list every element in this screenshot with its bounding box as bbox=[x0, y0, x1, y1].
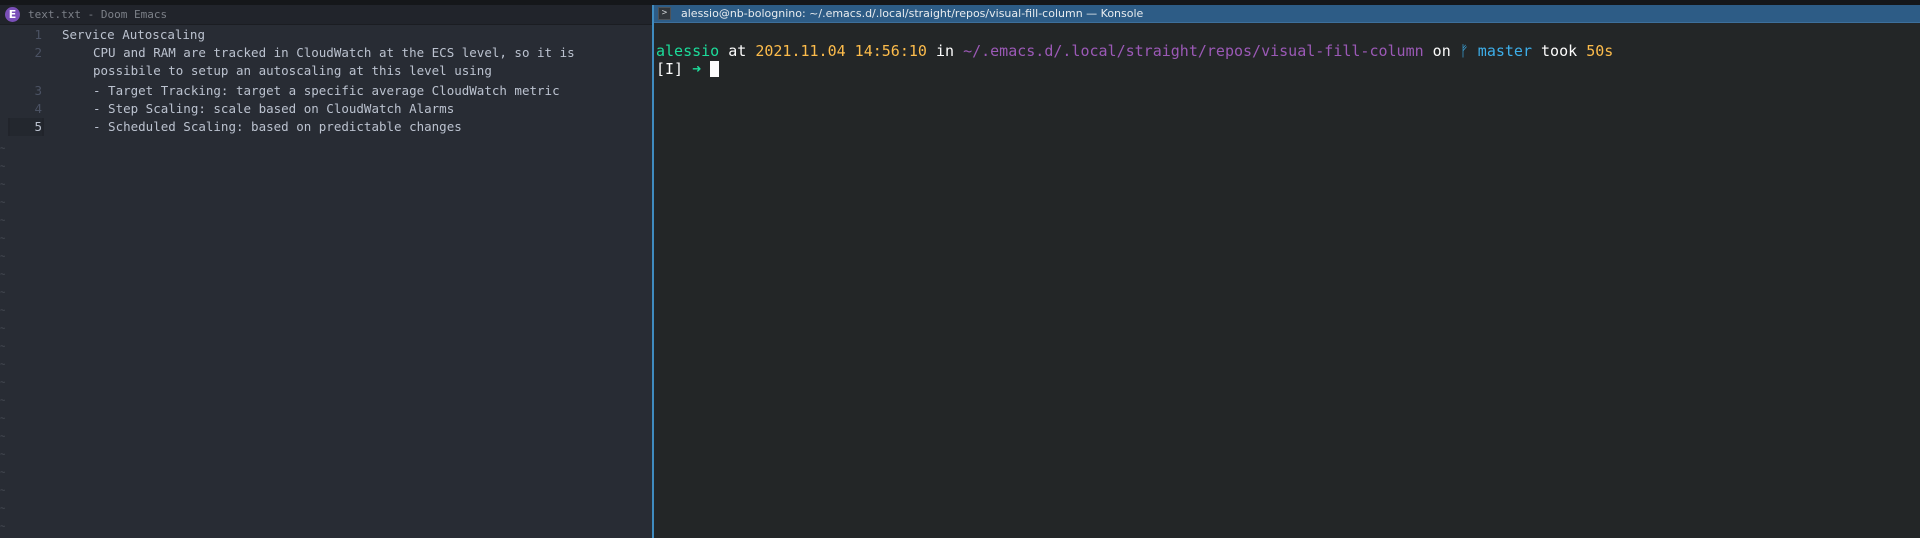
fringe-empty-line-marker: ~ bbox=[0, 486, 6, 496]
terminal-input-line[interactable]: [I] ➜ bbox=[656, 60, 720, 78]
editor-line-wrapped[interactable]: possibile to setup an autoscaling at thi… bbox=[93, 62, 492, 80]
prompt-path: ~/.emacs.d/.local/straight/repos/visual-… bbox=[963, 42, 1424, 60]
fringe-empty-line-marker: ~ bbox=[0, 324, 6, 334]
editor-line[interactable]: - Step Scaling: scale based on CloudWatc… bbox=[93, 100, 454, 118]
fringe-empty-line-marker: ~ bbox=[0, 306, 6, 316]
terminal-icon: > bbox=[658, 7, 671, 20]
doom-emacs-logo-icon: E bbox=[5, 7, 20, 22]
emacs-window[interactable]: E text.txt - Doom Emacs ~ ~ ~ ~ ~ ~ ~ ~ ~ ~ ~ ~ ~ ~ ~ ~… bbox=[0, 5, 652, 538]
fringe-empty-line-marker: ~ bbox=[0, 216, 6, 226]
fringe-empty-line-marker: ~ bbox=[0, 396, 6, 406]
fringe-empty-line-marker: ~ bbox=[0, 342, 6, 352]
vi-mode-indicator: [I] bbox=[656, 60, 684, 78]
prompt-branch: master bbox=[1468, 42, 1532, 60]
line-number-current: 5 bbox=[10, 118, 42, 136]
prompt-user: alessio bbox=[656, 42, 720, 60]
fringe-empty-line-marker: ~ bbox=[0, 144, 6, 154]
line-number: 2 bbox=[34, 45, 42, 60]
prompt-arrow-icon: ➜ bbox=[683, 60, 711, 78]
prompt-in: in bbox=[926, 42, 964, 60]
line-number: 4 bbox=[34, 101, 42, 116]
prompt-datetime: 2021.11.04 14:56:10 bbox=[755, 42, 927, 60]
line-number: 3 bbox=[34, 83, 42, 98]
fringe-empty-line-marker: ~ bbox=[0, 180, 6, 190]
fringe-empty-line-marker: ~ bbox=[0, 198, 6, 208]
prompt-duration: 50s bbox=[1586, 42, 1614, 60]
emacs-logo-letter: E bbox=[8, 8, 17, 21]
editor-line[interactable]: CPU and RAM are tracked in CloudWatch at… bbox=[93, 44, 575, 62]
fringe-empty-line-marker: ~ bbox=[0, 504, 6, 514]
fringe-empty-line-marker: ~ bbox=[0, 288, 6, 298]
emacs-fringe: ~ ~ ~ ~ ~ ~ ~ ~ ~ ~ ~ ~ ~ ~ ~ ~ ~ ~ ~ ~ ~ ~ bbox=[0, 25, 8, 538]
prompt-on: on bbox=[1423, 42, 1460, 60]
line-number: 1 bbox=[34, 27, 42, 42]
konsole-window-title: alessio@nb-bolognino: ~/.emacs.d/.local/… bbox=[681, 7, 1144, 20]
konsole-window[interactable]: > alessio@nb-bolognino: ~/.emacs.d/.loca… bbox=[654, 5, 1920, 538]
emacs-titlebar[interactable]: E text.txt - Doom Emacs bbox=[0, 5, 652, 25]
editor-line[interactable]: Service Autoscaling bbox=[62, 26, 205, 44]
fringe-empty-line-marker: ~ bbox=[0, 450, 6, 460]
fringe-empty-line-marker: ~ bbox=[0, 378, 6, 388]
emacs-window-title: text.txt - Doom Emacs bbox=[28, 8, 168, 21]
editor-line[interactable]: - Target Tracking: target a specific ave… bbox=[93, 82, 560, 100]
prompt-at: at bbox=[719, 42, 756, 60]
git-branch-icon: ᚠ bbox=[1459, 42, 1469, 60]
terminal-prompt-line: alessio at 2021.11.04 14:56:10 in ~/.ema… bbox=[656, 42, 1613, 60]
fringe-empty-line-marker: ~ bbox=[0, 270, 6, 280]
konsole-titlebar[interactable]: > alessio@nb-bolognino: ~/.emacs.d/.loca… bbox=[654, 5, 1920, 23]
fringe-empty-line-marker: ~ bbox=[0, 432, 6, 442]
fringe-empty-line-marker: ~ bbox=[0, 234, 6, 244]
fringe-empty-line-marker: ~ bbox=[0, 360, 6, 370]
fringe-empty-line-marker: ~ bbox=[0, 414, 6, 424]
fringe-empty-line-marker: ~ bbox=[0, 522, 6, 532]
fringe-empty-line-marker: ~ bbox=[0, 252, 6, 262]
terminal-cursor[interactable] bbox=[710, 61, 720, 77]
fringe-empty-line-marker: ~ bbox=[0, 468, 6, 478]
fringe-empty-line-marker: ~ bbox=[0, 162, 6, 172]
editor-line-current[interactable]: - Scheduled Scaling: based on predictabl… bbox=[93, 118, 462, 136]
prompt-took: took bbox=[1532, 42, 1587, 60]
